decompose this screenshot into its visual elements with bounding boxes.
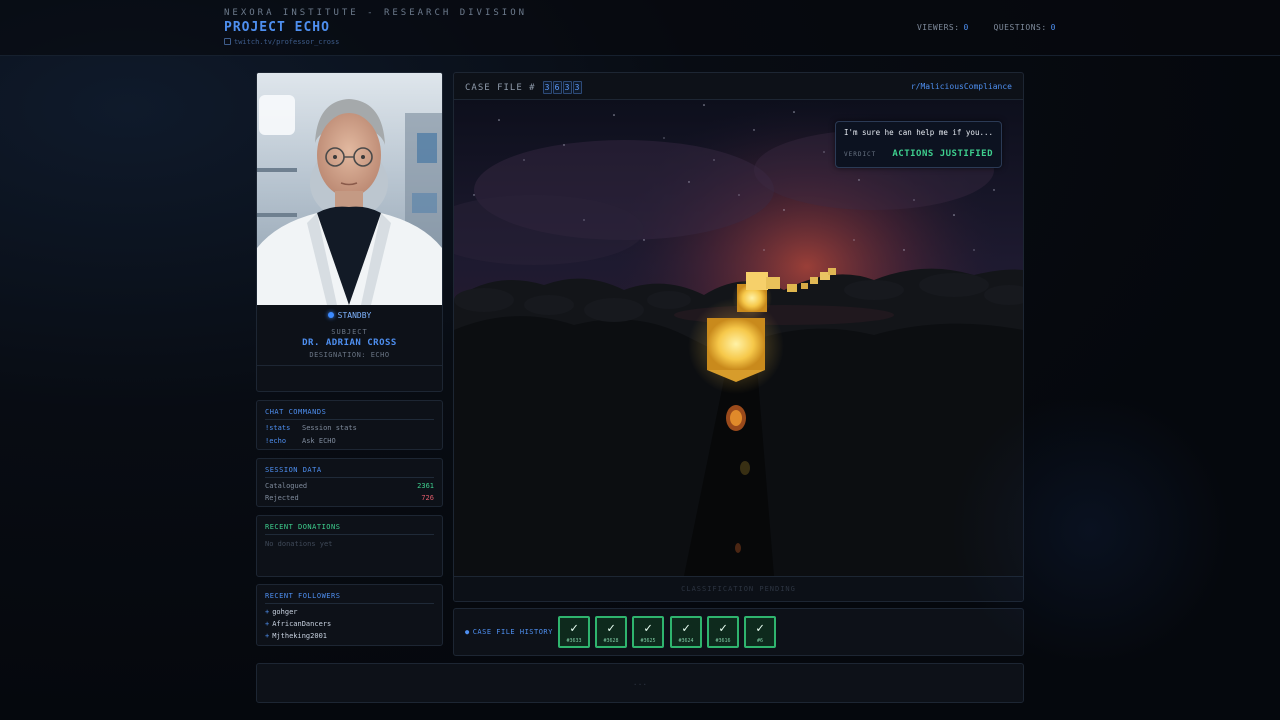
verdict-value: ACTIONS JUSTIFIED (892, 149, 993, 159)
session-data-title: SESSION DATA (265, 466, 322, 474)
case-digit: 6 (553, 81, 563, 94)
plus-icon: + (265, 632, 270, 640)
history-card-id: #3625 (640, 638, 656, 644)
history-card[interactable]: ✓ #3616 (707, 616, 739, 648)
rejected-value: 726 (421, 494, 434, 502)
check-icon: ✓ (756, 621, 764, 636)
case-question: I'm sure he can help me if you... (844, 128, 994, 137)
recent-followers-title: RECENT FOLLOWERS (265, 592, 341, 600)
divider (257, 365, 442, 366)
subreddit-link[interactable]: r/MaliciousCompliance (911, 82, 1012, 91)
catalogued-label: Catalogued (265, 482, 308, 490)
subject-name: DR. ADRIAN CROSS (302, 338, 397, 348)
chat-commands-panel: CHAT COMMANDS !stats Session stats !echo A… (256, 400, 443, 450)
history-card-id: #3633 (566, 638, 582, 644)
bullet-icon: ● (465, 628, 470, 636)
case-file-history-panel: ● CASE FILE HISTORY ✓ #3633 ✓ #3628 ✓ #3625 … (453, 608, 1024, 656)
subject-label: SUBJECT (331, 328, 368, 336)
command-item: !echo Ask ECHO (265, 437, 336, 445)
plus-icon: + (265, 608, 270, 616)
rejected-label: Rejected (265, 494, 299, 502)
recent-donations-panel: RECENT DONATIONS No donations yet (256, 515, 443, 577)
project-title: PROJECT ECHO (224, 20, 330, 35)
status-indicator: STANDBY (257, 311, 442, 320)
history-label: CASE FILE HISTORY (472, 628, 553, 636)
subject-photo (257, 73, 442, 305)
twitch-icon (224, 38, 231, 45)
divider (265, 419, 434, 420)
follower-item: + AfricanDancers (265, 620, 331, 628)
case-digit: 3 (563, 81, 573, 94)
check-icon: ✓ (607, 621, 615, 636)
divider (265, 603, 434, 604)
verdict-popup: I'm sure he can help me if you... VERDIC… (835, 121, 1002, 168)
status-text: STANDBY (337, 311, 372, 320)
top-bar: NEXORA INSTITUTE - RESEARCH DIVISION PRO… (0, 0, 1280, 56)
follower-name: AfricanDancers (272, 620, 332, 628)
catalogued-row: Catalogued 2361 (265, 482, 434, 490)
command-key: !echo (265, 437, 287, 445)
history-card[interactable]: ✓ #3628 (595, 616, 627, 648)
donations-empty-text: No donations yet (265, 540, 333, 548)
verdict-label: VERDICT (844, 151, 877, 158)
command-desc: Session stats (302, 424, 357, 432)
case-scene-image: I'm sure he can help me if you... VERDIC… (454, 100, 1023, 576)
rejected-row: Rejected 726 (265, 494, 434, 502)
check-icon: ✓ (570, 621, 578, 636)
case-digit: 3 (543, 81, 553, 94)
case-file-label: CASE FILE # (465, 83, 536, 93)
status-dot-icon (327, 312, 334, 318)
viewers-label: VIEWERS: (916, 23, 960, 32)
ticker-text: ... (632, 678, 648, 687)
channel-link[interactable]: twitch.tv/professor_cross (224, 38, 339, 46)
command-item: !stats Session stats (265, 424, 357, 432)
questions-label: QUESTIONS: (993, 23, 1047, 32)
follower-name: gohger (272, 608, 298, 616)
recent-followers-panel: RECENT FOLLOWERS + gohger + AfricanDancers… (256, 584, 443, 646)
portrait-image (257, 73, 442, 305)
session-data-panel: SESSION DATA Catalogued 2361 Rejected 726 (256, 458, 443, 507)
questions-count: 0 (1050, 23, 1056, 32)
case-digit: 3 (573, 81, 583, 94)
check-icon: ✓ (644, 621, 652, 636)
divider (265, 477, 434, 478)
check-icon: ✓ (682, 621, 690, 636)
plus-icon: + (265, 620, 270, 628)
check-icon: ✓ (719, 621, 727, 636)
divider (265, 534, 434, 535)
bottom-ticker: ... (256, 663, 1024, 703)
viewers-count: 0 (963, 23, 969, 32)
stream-stats: VIEWERS: 0 QUESTIONS: 0 (917, 23, 1056, 32)
night-scene-image (454, 100, 1023, 576)
subject-profile: STANDBY SUBJECT DR. ADRIAN CROSS DESIGNA… (256, 72, 443, 392)
follower-item: + gohger (265, 608, 298, 616)
follower-item: + Mjtheking2001 (265, 632, 327, 640)
org-name: NEXORA INSTITUTE - RESEARCH DIVISION (224, 8, 528, 18)
case-file-panel: CASE FILE # 3633 r/MaliciousCompliance I… (453, 72, 1024, 602)
history-card[interactable]: ✓ #6 (744, 616, 776, 648)
subject-designation: DESIGNATION: ECHO (309, 351, 390, 359)
case-file-number: CASE FILE # 3633 (465, 81, 583, 94)
history-card[interactable]: ✓ #3633 (558, 616, 590, 648)
history-title: ● CASE FILE HISTORY (465, 628, 553, 636)
history-card-id: #3628 (603, 638, 619, 644)
follower-name: Mjtheking2001 (272, 632, 328, 640)
history-card-id: #3616 (715, 638, 731, 644)
catalogued-value: 2361 (417, 482, 434, 490)
history-card[interactable]: ✓ #3625 (632, 616, 664, 648)
chat-commands-title: CHAT COMMANDS (265, 408, 327, 416)
history-card-id: #3624 (678, 638, 694, 644)
case-file-header: CASE FILE # 3633 r/MaliciousCompliance (454, 73, 1023, 100)
classification-status: CLASSIFICATION PENDING (454, 576, 1023, 601)
command-desc: Ask ECHO (302, 437, 336, 445)
recent-donations-title: RECENT DONATIONS (265, 523, 341, 531)
history-card[interactable]: ✓ #3624 (670, 616, 702, 648)
command-key: !stats (265, 424, 291, 432)
history-card-id: #6 (756, 638, 764, 644)
channel-url: twitch.tv/professor_cross (234, 38, 340, 46)
